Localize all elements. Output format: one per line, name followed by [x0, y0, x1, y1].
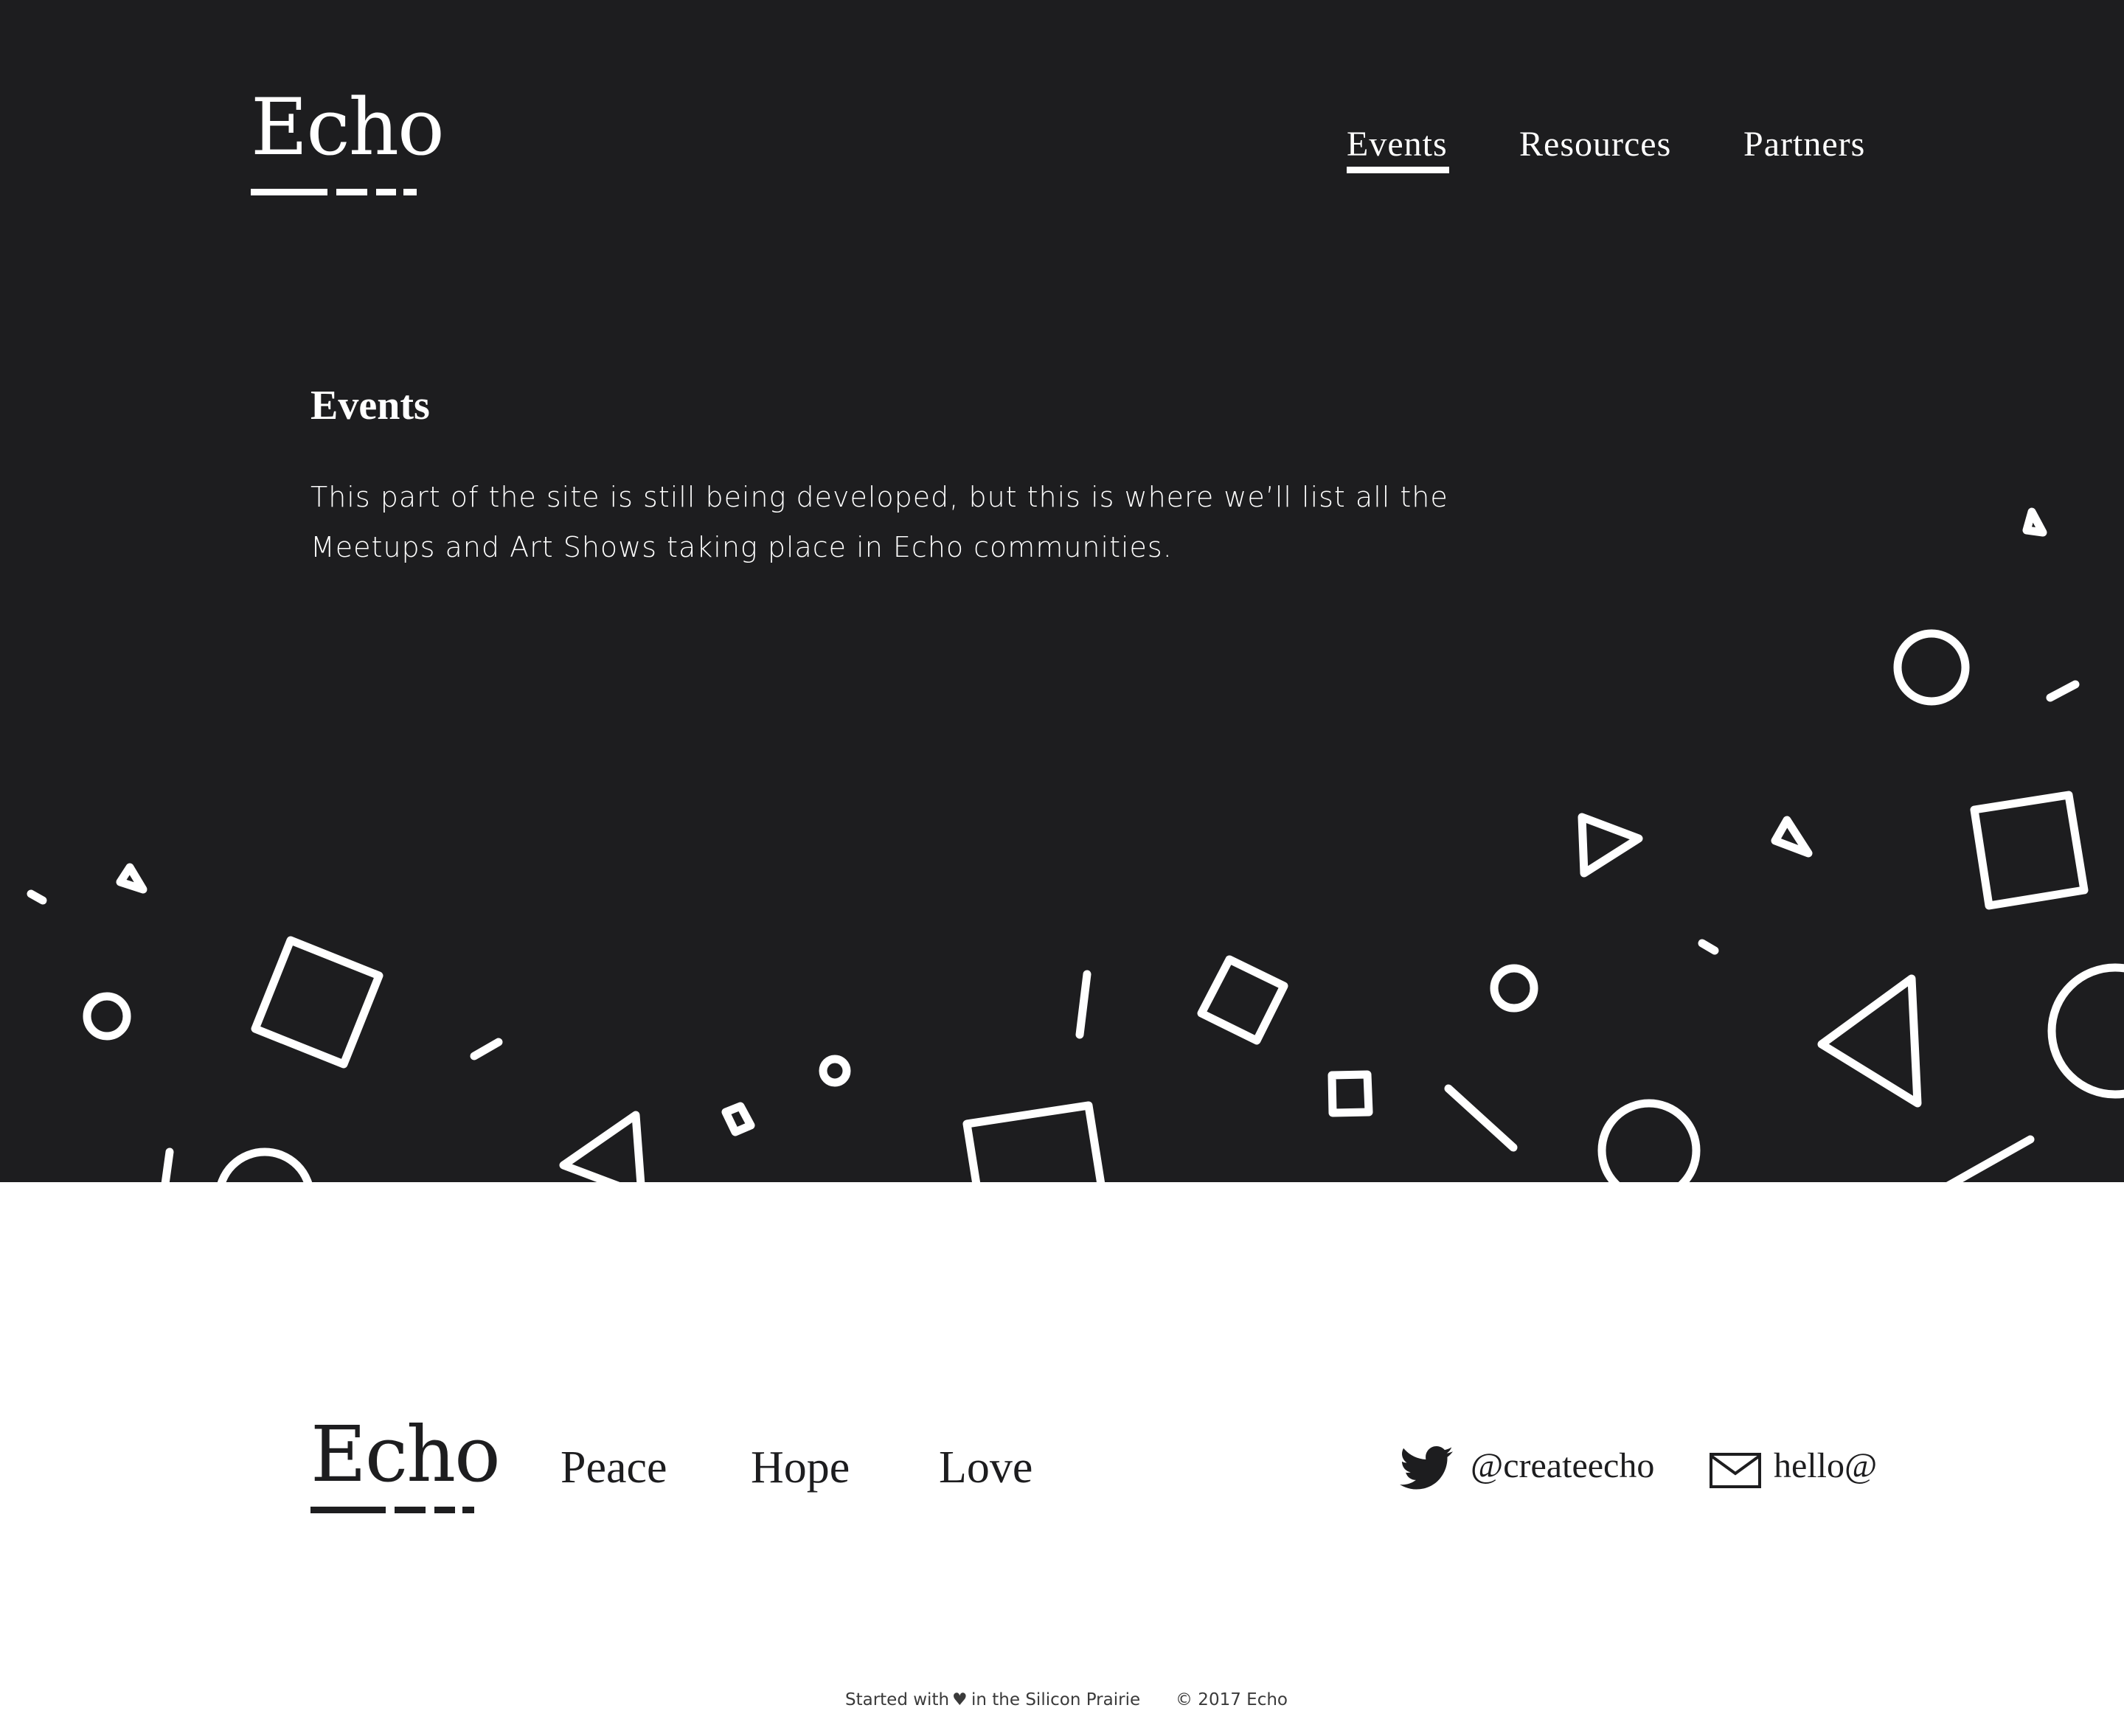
nav-item-partners[interactable]: Partners [1743, 124, 1865, 164]
mail-icon [1710, 1453, 1761, 1488]
circle-shape [1597, 1099, 1701, 1182]
triangle-shape [2022, 507, 2047, 537]
nav-item-resources[interactable]: Resources [1519, 124, 1671, 164]
footer-logo-text: Echo [310, 1409, 501, 1499]
line-shape [161, 1148, 174, 1182]
triangle-shape [1817, 974, 1922, 1108]
triangle-shape [1771, 816, 1813, 858]
twitter-handle: @createecho [1471, 1446, 1655, 1485]
brand-logo-underline [251, 189, 417, 195]
line-shape [1698, 939, 1719, 955]
hero-section: Echo Events Resources Partners Events Th… [0, 0, 2124, 1182]
line-shape [1946, 1135, 2035, 1182]
circle-shape [1893, 629, 1970, 706]
value-peace: Peace [560, 1442, 667, 1493]
circle-shape [819, 1055, 851, 1087]
square-shape [721, 1102, 755, 1136]
square-shape [1328, 1070, 1373, 1117]
square-shape [1970, 791, 2089, 910]
heart-icon: ♥ [952, 1690, 968, 1709]
circle-shape [217, 1148, 313, 1182]
credit-text-suffix: in the Silicon Prairie [971, 1690, 1141, 1709]
square-shape [251, 936, 384, 1069]
footer-bottom-bar: Started with ♥ in the Silicon Prairie © … [0, 1690, 2124, 1712]
triangle-shape [559, 1111, 645, 1182]
triangle-shape [1578, 813, 1643, 878]
line-shape [2046, 680, 2080, 702]
value-love: Love [939, 1442, 1033, 1493]
value-hope: Hope [751, 1442, 850, 1493]
line-shape [27, 889, 47, 905]
line-shape [470, 1038, 503, 1060]
circle-shape [1490, 964, 1538, 1013]
email-label: hello@ [1774, 1446, 1878, 1485]
circle-shape [2047, 963, 2124, 1099]
circle-shape [83, 992, 131, 1041]
square-shape [962, 1101, 1106, 1182]
credit-text-prefix: Started with [845, 1690, 950, 1709]
page-intro: This part of the site is still being dev… [310, 481, 1448, 563]
line-shape [1075, 970, 1092, 1039]
main-nav: Events Resources Partners [0, 124, 2124, 183]
square-shape [1197, 955, 1288, 1045]
nav-item-events[interactable]: Events [1347, 124, 1449, 173]
footer-logo-underline [310, 1507, 474, 1513]
page-title: Events [310, 383, 430, 428]
line-shape [1444, 1084, 1518, 1152]
twitter-icon [1400, 1446, 1453, 1490]
copyright: © 2017 Echo [1176, 1690, 1288, 1709]
triangle-shape [116, 863, 148, 894]
